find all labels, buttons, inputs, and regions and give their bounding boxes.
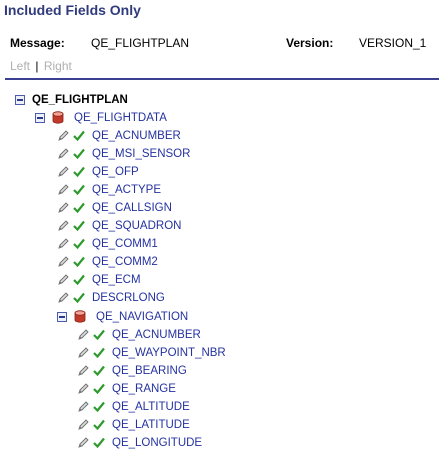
tree-field: QE_OFP [57, 163, 139, 180]
field-label[interactable]: QE_COMM2 [92, 256, 158, 268]
field-label[interactable]: QE_ACNUMBER [92, 130, 181, 142]
check-icon [93, 347, 105, 358]
record-icon [74, 310, 86, 323]
check-icon [73, 292, 85, 303]
tree-field: QE_SQUADRON [57, 217, 181, 234]
tree-field: QE_CALLSIGN [57, 199, 172, 216]
tree-field: QE_ALTITUDE [77, 398, 190, 415]
check-icon [73, 256, 85, 267]
field-label[interactable]: QE_OFP [92, 166, 139, 178]
pencil-icon[interactable] [57, 237, 69, 250]
check-icon [73, 166, 85, 177]
check-icon [93, 383, 105, 394]
tree-node-navigation: QE_NAVIGATION [57, 308, 188, 325]
field-label[interactable]: QE_LATITUDE [112, 419, 190, 431]
pencil-icon[interactable] [57, 165, 69, 178]
field-label[interactable]: QE_ALTITUDE [112, 401, 190, 413]
collapse-icon[interactable] [57, 311, 67, 322]
collapse-icon[interactable] [35, 112, 45, 123]
version-label: Version: [286, 36, 334, 50]
tree-root: QE_FLIGHTPLAN [15, 91, 128, 108]
tree-field: QE_ACNUMBER [77, 326, 201, 343]
check-icon [73, 148, 85, 159]
message-label: Message: [10, 36, 65, 50]
tree-field: QE_BEARING [77, 362, 187, 379]
field-label[interactable]: QE_RANGE [112, 383, 176, 395]
pencil-icon[interactable] [77, 346, 89, 359]
record-icon [52, 111, 64, 124]
pencil-icon[interactable] [57, 201, 69, 214]
tree-field: QE_ECM [57, 271, 141, 288]
tree-field: QE_ACTYPE [57, 181, 161, 198]
message-value: QE_FLIGHTPLAN [91, 36, 190, 50]
tree-field: QE_COMM1 [57, 235, 158, 252]
pencil-icon[interactable] [77, 436, 89, 449]
field-label[interactable]: QE_LONGITUDE [112, 437, 202, 449]
pencil-icon[interactable] [57, 255, 69, 268]
check-icon [93, 401, 105, 412]
field-label[interactable]: QE_BEARING [112, 365, 187, 377]
pencil-icon[interactable] [57, 219, 69, 232]
pencil-icon[interactable] [57, 291, 69, 304]
nav-separator: | [35, 59, 39, 73]
check-icon [73, 202, 85, 213]
field-label[interactable]: QE_ACNUMBER [112, 329, 201, 341]
check-icon [73, 274, 85, 285]
tree-field: QE_COMM2 [57, 253, 158, 270]
collapse-icon[interactable] [15, 94, 25, 105]
tree-node-label[interactable]: QE_FLIGHTDATA [74, 112, 167, 124]
field-label[interactable]: QE_SQUADRON [92, 220, 181, 232]
tree-field: QE_RANGE [77, 380, 176, 397]
check-icon [73, 184, 85, 195]
pencil-icon[interactable] [77, 328, 89, 341]
tree-root-label: QE_FLIGHTPLAN [32, 93, 128, 106]
tree-field: QE_WAYPOINT_NBR [77, 344, 226, 361]
left-link[interactable]: Left [10, 59, 30, 73]
tree-field: QE_LATITUDE [77, 416, 190, 433]
check-icon [73, 238, 85, 249]
pencil-icon[interactable] [57, 129, 69, 142]
pencil-icon[interactable] [77, 400, 89, 413]
tree-node-label[interactable]: QE_NAVIGATION [96, 311, 188, 323]
tree-field: QE_MSI_SENSOR [57, 145, 190, 162]
field-label[interactable]: QE_ACTYPE [92, 184, 161, 196]
pencil-icon[interactable] [77, 382, 89, 395]
pencil-icon[interactable] [57, 147, 69, 160]
tree-field: QE_ACNUMBER [57, 127, 181, 144]
page-title: Included Fields Only [4, 2, 141, 18]
tree-field: DESCRLONG [57, 289, 165, 306]
check-icon [93, 437, 105, 448]
field-label[interactable]: QE_MSI_SENSOR [92, 148, 190, 160]
check-icon [73, 130, 85, 141]
pagination-nav: Left | Right [10, 59, 72, 73]
field-label[interactable]: QE_CALLSIGN [92, 202, 172, 214]
pencil-icon[interactable] [77, 364, 89, 377]
pencil-icon[interactable] [57, 183, 69, 196]
pencil-icon[interactable] [57, 273, 69, 286]
field-label[interactable]: QE_WAYPOINT_NBR [112, 347, 226, 359]
tree-field: QE_LONGITUDE [77, 434, 202, 451]
check-icon [93, 365, 105, 376]
right-link[interactable]: Right [44, 59, 72, 73]
field-label[interactable]: DESCRLONG [92, 292, 165, 304]
version-value: VERSION_1 [359, 36, 427, 50]
check-icon [93, 419, 105, 430]
field-label[interactable]: QE_ECM [92, 274, 141, 286]
field-label[interactable]: QE_COMM1 [92, 238, 158, 250]
check-icon [73, 220, 85, 231]
check-icon [93, 329, 105, 340]
header-divider [5, 78, 439, 80]
tree-node-flightdata: QE_FLIGHTDATA [35, 109, 167, 126]
pencil-icon[interactable] [77, 418, 89, 431]
